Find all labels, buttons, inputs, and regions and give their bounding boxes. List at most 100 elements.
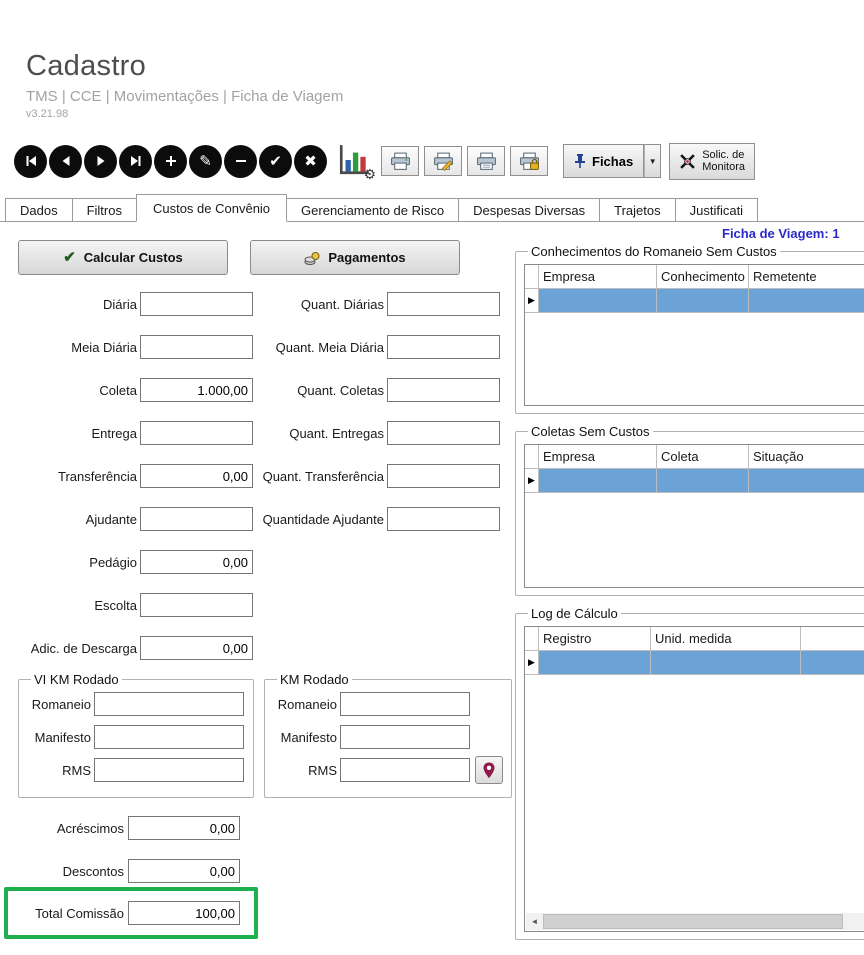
column-header-empresa[interactable]: Empresa [539, 265, 657, 289]
log-grid: Registro Unid. medida ▶ ◄ [524, 626, 864, 932]
print-button[interactable] [381, 146, 419, 176]
edit-record-button[interactable]: ✎ [189, 145, 222, 178]
transferencia-input[interactable] [140, 464, 253, 488]
grid-cell[interactable] [651, 651, 801, 675]
satellite-icon [679, 153, 696, 170]
tab-gerenciamento-de-risco[interactable]: Gerenciamento de Risco [286, 198, 459, 221]
conhecimentos-sem-custos-title: Conhecimentos do Romaneio Sem Custos [528, 244, 780, 259]
quant-transferencia-input[interactable] [387, 464, 500, 488]
tab-trajetos[interactable]: Trajetos [599, 198, 675, 221]
column-header-conhecimento[interactable]: Conhecimento [657, 265, 749, 289]
horizontal-scrollbar[interactable]: ◄ [526, 913, 864, 930]
km-romaneio-input[interactable] [340, 692, 470, 716]
post-record-button[interactable]: ✔ [259, 145, 292, 178]
prior-record-button[interactable] [49, 145, 82, 178]
km-rodado-title: KM Rodado [277, 672, 352, 687]
grid-cell[interactable] [539, 469, 657, 493]
tab-custos-de-convenio[interactable]: Custos de Convênio [136, 194, 287, 222]
delete-record-button[interactable] [224, 145, 257, 178]
print-edit-button[interactable] [424, 146, 462, 176]
cancel-record-button[interactable]: ✖ [294, 145, 327, 178]
scroll-left-icon[interactable]: ◄ [526, 913, 543, 930]
column-header-coleta[interactable]: Coleta [657, 445, 749, 469]
quant-meia-diaria-input[interactable] [387, 335, 500, 359]
vi-km-rodado-group: VI KM Rodado Romaneio Manifesto RMS [18, 672, 254, 798]
descontos-label: Descontos [0, 864, 124, 879]
km-rms-label: RMS [273, 763, 337, 778]
quant-transferencia-label: Quant. Transferência [253, 469, 384, 484]
location-pin-icon [482, 762, 496, 779]
grid-cell[interactable] [801, 651, 864, 675]
next-record-button[interactable] [84, 145, 117, 178]
total-comissao-input[interactable] [128, 901, 240, 925]
quant-meia-diaria-label: Quant. Meia Diária [253, 340, 384, 355]
coletas-grid: Empresa Coleta Situação ▶ [524, 444, 864, 588]
scrollbar-thumb[interactable] [543, 914, 843, 929]
grid-row-selected[interactable]: ▶ [525, 469, 864, 493]
vi-km-romaneio-input[interactable] [94, 692, 244, 716]
grid-cell[interactable] [749, 289, 864, 313]
map-location-button[interactable] [475, 756, 503, 784]
first-record-button[interactable] [14, 145, 47, 178]
minus-icon [234, 154, 248, 168]
print-lock-button[interactable] [510, 146, 548, 176]
form-row: Ajudante Quantidade Ajudante [0, 507, 500, 531]
column-header-empresa[interactable]: Empresa [539, 445, 657, 469]
form-row: Escolta [0, 593, 500, 617]
column-header-unid-medida[interactable]: Unid. medida [651, 627, 801, 651]
pagamentos-button[interactable]: Pagamentos [250, 240, 460, 275]
quantidade-ajudante-label: Quantidade Ajudante [253, 512, 384, 527]
meia-diaria-input[interactable] [140, 335, 253, 359]
acrescimos-input[interactable] [128, 816, 240, 840]
grid-cell[interactable] [539, 289, 657, 313]
form-row: Adic. de Descarga [0, 636, 500, 660]
km-manifesto-label: Manifesto [273, 730, 337, 745]
ajudante-input[interactable] [140, 507, 253, 531]
quant-diarias-input[interactable] [387, 292, 500, 316]
km-rms-input[interactable] [340, 758, 470, 782]
descontos-row: Descontos [0, 859, 240, 883]
grid-cell[interactable] [539, 651, 651, 675]
last-record-button[interactable] [119, 145, 152, 178]
column-header-remetente[interactable]: Remetente [749, 265, 864, 289]
calculate-chart-button[interactable]: ⚙ [335, 143, 373, 179]
print-matrix-button[interactable] [467, 146, 505, 176]
pedagio-input[interactable] [140, 550, 253, 574]
coleta-input[interactable] [140, 378, 253, 402]
descontos-input[interactable] [128, 859, 240, 883]
tab-dados[interactable]: Dados [5, 198, 73, 221]
printer-lock-icon [519, 152, 540, 171]
calcular-custos-button[interactable]: ✔ Calcular Custos [18, 240, 228, 275]
cancel-icon: ✖ [304, 154, 317, 169]
grid-cell[interactable] [749, 469, 864, 493]
fichas-button[interactable]: Fichas [563, 144, 644, 178]
km-manifesto-input[interactable] [340, 725, 470, 749]
grid-cell[interactable] [657, 469, 749, 493]
grid-row-selected[interactable]: ▶ [525, 289, 864, 313]
monitora-label: Solic. de Monitora [702, 149, 745, 173]
escolta-input[interactable] [140, 593, 253, 617]
grid-row-selected[interactable]: ▶ [525, 651, 864, 675]
quant-entregas-input[interactable] [387, 421, 500, 445]
tab-justificativa[interactable]: Justificati [675, 198, 758, 221]
pencil-icon: ✎ [199, 154, 212, 169]
grid-cell[interactable] [657, 289, 749, 313]
quant-coletas-input[interactable] [387, 378, 500, 402]
fichas-dropdown-button[interactable]: ▼ [644, 144, 661, 178]
grid-empty-area [525, 493, 864, 587]
quantidade-ajudante-input[interactable] [387, 507, 500, 531]
column-header-registro[interactable]: Registro [539, 627, 651, 651]
tab-filtros[interactable]: Filtros [72, 198, 137, 221]
solicitacao-monitoramento-button[interactable]: Solic. de Monitora [669, 143, 755, 180]
diaria-input[interactable] [140, 292, 253, 316]
km-rodado-group: KM Rodado Romaneio Manifesto RMS [264, 672, 512, 798]
coleta-label: Coleta [0, 383, 137, 398]
adic-descarga-input[interactable] [140, 636, 253, 660]
insert-record-button[interactable] [154, 145, 187, 178]
tab-despesas-diversas[interactable]: Despesas Diversas [458, 198, 600, 221]
entrega-input[interactable] [140, 421, 253, 445]
vi-km-manifesto-input[interactable] [94, 725, 244, 749]
vi-km-rms-input[interactable] [94, 758, 244, 782]
row-marker-icon: ▶ [525, 469, 539, 493]
column-header-situacao[interactable]: Situação [749, 445, 864, 469]
